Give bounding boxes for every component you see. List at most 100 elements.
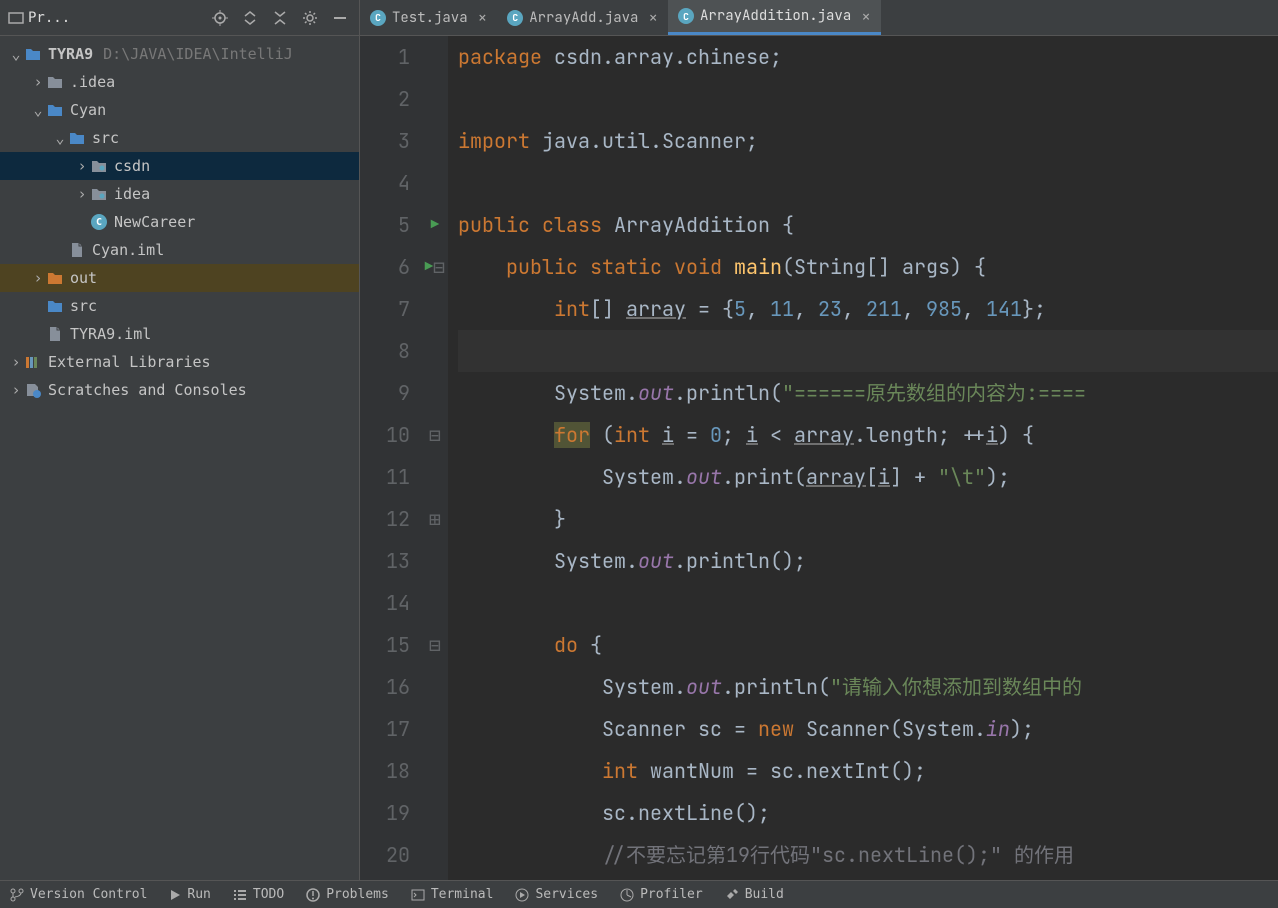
minimize-icon[interactable]	[329, 7, 351, 29]
code-content[interactable]: package csdn.array.chinese; import java.u…	[448, 36, 1278, 880]
status-problems[interactable]: Problems	[306, 887, 389, 902]
fold-icon[interactable]: ⊟	[429, 624, 441, 666]
chevron-icon[interactable]: ›	[30, 73, 46, 91]
gutter-marker[interactable]	[422, 372, 448, 414]
chevron-icon[interactable]: ›	[8, 353, 24, 371]
code-line[interactable]	[458, 330, 1278, 372]
gutter-marker[interactable]	[422, 792, 448, 834]
code-line[interactable]: System.out.println("======原先数组的内容为:====	[458, 372, 1278, 414]
gutter-marker[interactable]	[422, 708, 448, 750]
gutter-marker[interactable]: ⊞	[422, 498, 448, 540]
gutter-markers[interactable]: ▶▶⊟⊟⊞⊟	[422, 36, 448, 880]
chevron-icon[interactable]: ›	[74, 185, 90, 203]
code-line[interactable]: //不要忘记第19行代码"sc.nextLine();" 的作用	[458, 834, 1278, 876]
code-line[interactable]: System.out.print(array[i] + "\t");	[458, 456, 1278, 498]
gutter-marker[interactable]	[422, 750, 448, 792]
line-number: 15	[360, 624, 410, 666]
tree-item-newcareer[interactable]: CNewCareer	[0, 208, 359, 236]
tree-item--idea[interactable]: ›.idea	[0, 68, 359, 96]
gutter-marker[interactable]	[422, 834, 448, 876]
close-icon[interactable]: ×	[861, 6, 871, 27]
status-version-control[interactable]: Version Control	[10, 887, 147, 902]
gutter-marker[interactable]	[422, 582, 448, 624]
tree-item-out[interactable]: ›out	[0, 264, 359, 292]
chevron-icon[interactable]: ⌄	[30, 101, 46, 119]
run-marker-icon[interactable]: ▶	[425, 246, 433, 288]
gutter-marker[interactable]	[422, 36, 448, 78]
code-line[interactable]: Scanner sc = new Scanner(System.in);	[458, 708, 1278, 750]
tree-item-tyra9-iml[interactable]: TYRA9.iml	[0, 320, 359, 348]
project-selector[interactable]: Pr...	[8, 10, 209, 26]
tree-item-tyra9[interactable]: ⌄TYRA9D:\JAVA\IDEA\IntelliJ	[0, 40, 359, 68]
fold-icon[interactable]: ⊟	[433, 246, 445, 288]
status-label: Terminal	[431, 887, 494, 902]
code-line[interactable]: System.out.println("请输入你想添加到数组中的	[458, 666, 1278, 708]
gutter-marker[interactable]	[422, 162, 448, 204]
status-terminal[interactable]: Terminal	[411, 887, 494, 902]
tree-item-cyan-iml[interactable]: Cyan.iml	[0, 236, 359, 264]
tree-item-external-libraries[interactable]: ›External Libraries	[0, 348, 359, 376]
gutter-marker[interactable]	[422, 456, 448, 498]
close-icon[interactable]: ×	[478, 7, 488, 28]
code-line[interactable]: int wantNum = sc.nextInt();	[458, 750, 1278, 792]
settings-icon[interactable]	[299, 7, 321, 29]
line-number: 11	[360, 456, 410, 498]
code-editor[interactable]: 1234567891011121314151617181920 ▶▶⊟⊟⊞⊟ p…	[360, 36, 1278, 880]
run-marker-icon[interactable]: ▶	[431, 204, 439, 246]
expand-icon[interactable]	[239, 7, 261, 29]
tree-item-src[interactable]: src	[0, 292, 359, 320]
tree-item-cyan[interactable]: ⌄Cyan	[0, 96, 359, 124]
chevron-icon[interactable]: ›	[30, 269, 46, 287]
code-line[interactable]: int[] array = {5, 11, 23, 211, 985, 141}…	[458, 288, 1278, 330]
chevron-icon[interactable]: ›	[74, 157, 90, 175]
gutter-marker[interactable]: ⊟	[422, 414, 448, 456]
status-profiler[interactable]: Profiler	[620, 887, 703, 902]
code-line[interactable]: sc.nextLine();	[458, 792, 1278, 834]
code-line[interactable]: }	[458, 498, 1278, 540]
fold-icon[interactable]: ⊞	[429, 498, 441, 540]
gutter-marker[interactable]	[422, 330, 448, 372]
gutter-marker[interactable]	[422, 288, 448, 330]
chevron-icon[interactable]: ⌄	[8, 45, 24, 63]
code-line[interactable]: public class ArrayAddition {	[458, 204, 1278, 246]
tree-item-idea[interactable]: ›idea	[0, 180, 359, 208]
tab-label: Test.java	[392, 9, 468, 27]
status-run[interactable]: Run	[169, 887, 210, 902]
gutter-marker[interactable]: ⊟	[422, 624, 448, 666]
tree-item-scratches-and-consoles[interactable]: ›Scratches and Consoles	[0, 376, 359, 404]
gutter-marker[interactable]	[422, 78, 448, 120]
code-line[interactable]: for (int i = 0; i < array.length; ++i) {	[458, 414, 1278, 456]
tab-arrayaddition-java[interactable]: CArrayAddition.java×	[668, 0, 881, 35]
project-label-text: Pr...	[28, 10, 70, 26]
status-build[interactable]: Build	[725, 887, 784, 902]
tab-test-java[interactable]: CTest.java×	[360, 0, 497, 35]
code-line[interactable]	[458, 162, 1278, 204]
tree-item-csdn[interactable]: ›csdn	[0, 152, 359, 180]
collapse-icon[interactable]	[269, 7, 291, 29]
code-line[interactable]: package csdn.array.chinese;	[458, 36, 1278, 78]
tree-item-src[interactable]: ⌄src	[0, 124, 359, 152]
project-tree[interactable]: ⌄TYRA9D:\JAVA\IDEA\IntelliJ›.idea⌄Cyan⌄s…	[0, 36, 359, 880]
chevron-icon[interactable]: ⌄	[52, 129, 68, 147]
locate-icon[interactable]	[209, 7, 231, 29]
fold-icon[interactable]: ⊟	[429, 414, 441, 456]
gutter-marker[interactable]	[422, 120, 448, 162]
code-line[interactable]	[458, 582, 1278, 624]
gutter-marker[interactable]: ▶⊟	[422, 246, 448, 288]
gutter-marker[interactable]	[422, 540, 448, 582]
code-line[interactable]: import java.util.Scanner;	[458, 120, 1278, 162]
chevron-icon[interactable]: ›	[8, 381, 24, 399]
code-line[interactable]: System.out.println();	[458, 540, 1278, 582]
status-services[interactable]: Services	[515, 887, 598, 902]
file-icon	[68, 241, 86, 259]
close-icon[interactable]: ×	[648, 7, 658, 28]
code-line[interactable]: public static void main(String[] args) {	[458, 246, 1278, 288]
code-line[interactable]	[458, 78, 1278, 120]
gutter-marker[interactable]	[422, 666, 448, 708]
code-line[interactable]: do {	[458, 624, 1278, 666]
status-todo[interactable]: TODO	[233, 887, 284, 902]
tab-arrayadd-java[interactable]: CArrayAdd.java×	[497, 0, 668, 35]
lib-icon	[24, 353, 42, 371]
line-number: 10	[360, 414, 410, 456]
gutter-marker[interactable]: ▶	[422, 204, 448, 246]
